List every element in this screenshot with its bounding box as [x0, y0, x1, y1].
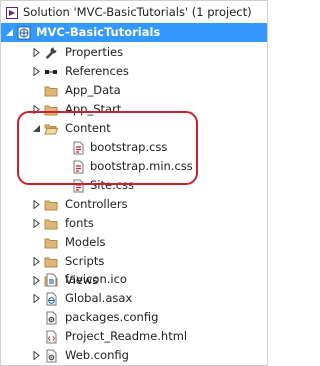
item-label: Models	[65, 235, 106, 249]
tree-row-favicon[interactable]: favicon.ico	[1, 270, 267, 289]
folder-icon	[44, 217, 58, 231]
expand-arrow-icon[interactable]	[32, 200, 41, 209]
item-label: Web.config	[65, 348, 129, 362]
tree-row-project[interactable]: MVC-BasicTutorials	[1, 23, 267, 42]
folder-icon	[44, 255, 58, 269]
ico-file-icon	[44, 273, 58, 287]
wrench-icon	[44, 46, 58, 60]
tree-row-fonts[interactable]: fonts	[1, 214, 267, 233]
item-label: Site.css	[90, 178, 135, 192]
folder-icon	[44, 198, 58, 212]
expand-arrow-icon[interactable]	[32, 294, 41, 303]
expand-arrow-icon[interactable]	[32, 219, 41, 228]
references-icon	[44, 65, 58, 79]
folder-icon	[44, 236, 58, 250]
item-label: favicon.ico	[65, 272, 127, 286]
config-file-icon	[44, 349, 58, 363]
tree-row-bootstrap-min-css[interactable]: bootstrap.min.css	[1, 157, 267, 176]
solution-label: Solution 'MVC-BasicTutorials' (1 project…	[23, 5, 252, 19]
asax-file-icon	[44, 292, 58, 306]
collapse-arrow-icon[interactable]	[5, 28, 14, 37]
item-label: Content	[65, 121, 111, 135]
folder-open-icon	[44, 122, 58, 136]
item-label: App_Data	[65, 83, 121, 97]
collapse-arrow-icon[interactable]	[32, 124, 41, 133]
tree-row-project-readme[interactable]: Project_Readme.html	[1, 327, 267, 346]
tree-row-scripts[interactable]: Scripts	[1, 252, 267, 271]
item-label: packages.config	[65, 310, 159, 324]
tree-row-content[interactable]: Content	[1, 119, 267, 138]
item-label: Global.asax	[65, 291, 133, 305]
tree-row-app-start[interactable]: App_Start	[1, 100, 267, 119]
tree-row-controllers[interactable]: Controllers	[1, 195, 267, 214]
item-label: bootstrap.min.css	[90, 159, 193, 173]
tree-row-site-css[interactable]: Site.css	[1, 176, 267, 195]
expand-arrow-icon[interactable]	[32, 257, 41, 266]
expand-arrow-icon[interactable]	[32, 105, 41, 114]
folder-icon	[44, 103, 58, 117]
item-label: fonts	[65, 216, 94, 230]
html-file-icon	[44, 330, 58, 344]
item-label: Properties	[65, 45, 124, 59]
css-file-icon	[71, 160, 85, 174]
tree-row-references[interactable]: References	[1, 62, 267, 81]
web-project-icon	[17, 26, 31, 40]
tree-row-global-asax[interactable]: Global.asax	[1, 289, 267, 308]
tree-row-solution[interactable]: Solution 'MVC-BasicTutorials' (1 project…	[1, 3, 267, 22]
item-label: References	[65, 64, 129, 78]
solution-explorer-panel: Solution 'MVC-BasicTutorials' (1 project…	[0, 0, 268, 366]
tree-row-packages-config[interactable]: packages.config	[1, 308, 267, 327]
expand-arrow-icon[interactable]	[32, 351, 41, 360]
project-label: MVC-BasicTutorials	[36, 25, 161, 39]
item-label: App_Start	[65, 102, 122, 116]
tree-row-bootstrap-css[interactable]: bootstrap.css	[1, 138, 267, 157]
tree-row-models[interactable]: Models	[1, 233, 267, 252]
tree-row-properties[interactable]: Properties	[1, 43, 267, 62]
item-label: Project_Readme.html	[65, 329, 188, 343]
tree-row-app-data[interactable]: App_Data	[1, 81, 267, 100]
css-file-icon	[71, 141, 85, 155]
tree-row-web-config[interactable]: Web.config	[1, 346, 267, 365]
folder-icon	[44, 84, 58, 98]
expand-arrow-icon[interactable]	[32, 48, 41, 57]
solution-tree: Solution 'MVC-BasicTutorials' (1 project…	[1, 1, 267, 365]
expand-arrow-icon[interactable]	[32, 67, 41, 76]
item-label: Controllers	[65, 197, 128, 211]
config-file-icon	[44, 311, 58, 325]
solution-icon	[5, 6, 19, 20]
item-label: bootstrap.css	[90, 140, 168, 154]
css-file-icon	[71, 179, 85, 193]
item-label: Scripts	[65, 254, 105, 268]
